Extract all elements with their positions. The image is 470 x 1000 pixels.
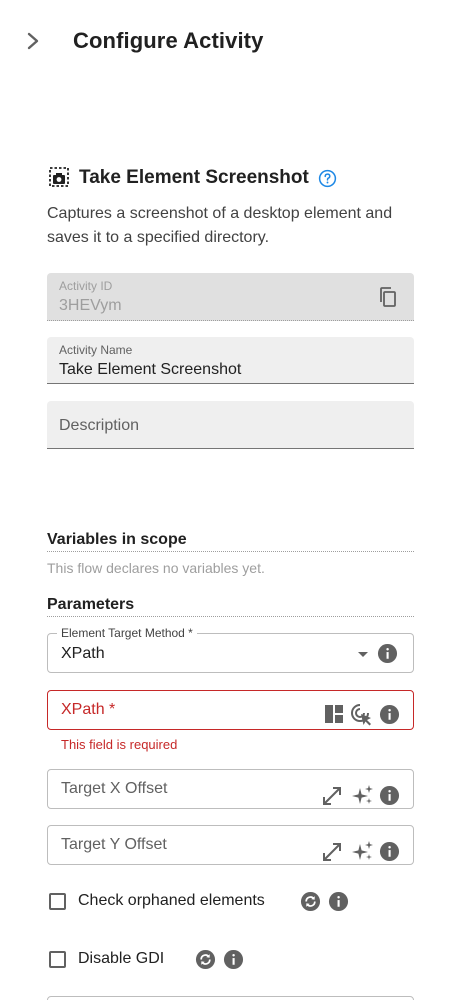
activity-title: Take Element Screenshot [79,167,309,188]
description-placeholder: Description [59,417,140,434]
activity-id-field: Activity ID 3HEVym [47,273,414,321]
sparkle-icon[interactable] [352,840,374,862]
activity-heading: Take Element Screenshot [47,164,427,192]
element-target-method-value: XPath [61,645,105,662]
xpath-error-message: This field is required [61,737,178,752]
xpath-label: XPath * [61,701,116,718]
variables-section-title: Variables in scope [47,531,414,552]
element-target-method-select[interactable]: Element Target Method * XPath [47,626,414,673]
description-field[interactable]: Description [47,401,414,449]
sparkle-icon[interactable] [352,784,374,806]
info-icon[interactable] [379,785,400,806]
info-icon[interactable] [328,891,349,912]
info-icon[interactable] [379,704,400,725]
variables-note: This flow declares no variables yet. [47,560,265,576]
copy-icon[interactable] [378,286,398,308]
expand-icon[interactable] [321,785,343,807]
help-circle-icon[interactable] [318,169,337,188]
activity-name-value: Take Element Screenshot [59,361,242,378]
activity-name-label: Activity Name [59,343,133,357]
next-field[interactable] [47,996,414,1000]
target-y-offset-placeholder: Target Y Offset [61,836,167,853]
check-orphaned-label[interactable]: Check orphaned elements [78,892,265,910]
disable-gdi-label[interactable]: Disable GDI [78,950,164,968]
activity-name-field[interactable]: Activity Name Take Element Screenshot [47,337,414,384]
target-x-offset-placeholder: Target X Offset [61,780,168,797]
activity-description: Captures a screenshot of a desktop eleme… [47,205,393,246]
element-picker-icon[interactable] [350,703,374,727]
info-icon[interactable] [379,841,400,862]
layout-grid-icon[interactable] [324,704,344,724]
chevron-right-icon[interactable] [24,31,42,51]
sync-icon[interactable] [195,949,216,970]
header: Configure Activity [0,0,470,84]
disable-gdi-checkbox[interactable] [49,951,66,968]
element-target-method-label: Element Target Method * [57,626,197,640]
activity-id-value: 3HEVym [59,297,122,314]
info-icon[interactable] [377,643,398,664]
info-icon[interactable] [223,949,244,970]
expand-icon[interactable] [321,841,343,863]
parameters-section-title: Parameters [47,596,414,617]
check-orphaned-row: Check orphaned elements [47,890,427,914]
page-title: Configure Activity [73,28,264,53]
disable-gdi-row: Disable GDI [47,948,427,972]
screenshot-camera-icon [49,167,69,187]
target-x-offset-field[interactable]: Target X Offset [47,769,414,809]
target-y-offset-field[interactable]: Target Y Offset [47,825,414,865]
activity-id-label: Activity ID [59,279,113,293]
xpath-field[interactable]: XPath * [47,690,414,730]
dropdown-arrow-icon[interactable] [352,643,374,665]
sync-icon[interactable] [300,891,321,912]
check-orphaned-checkbox[interactable] [49,893,66,910]
